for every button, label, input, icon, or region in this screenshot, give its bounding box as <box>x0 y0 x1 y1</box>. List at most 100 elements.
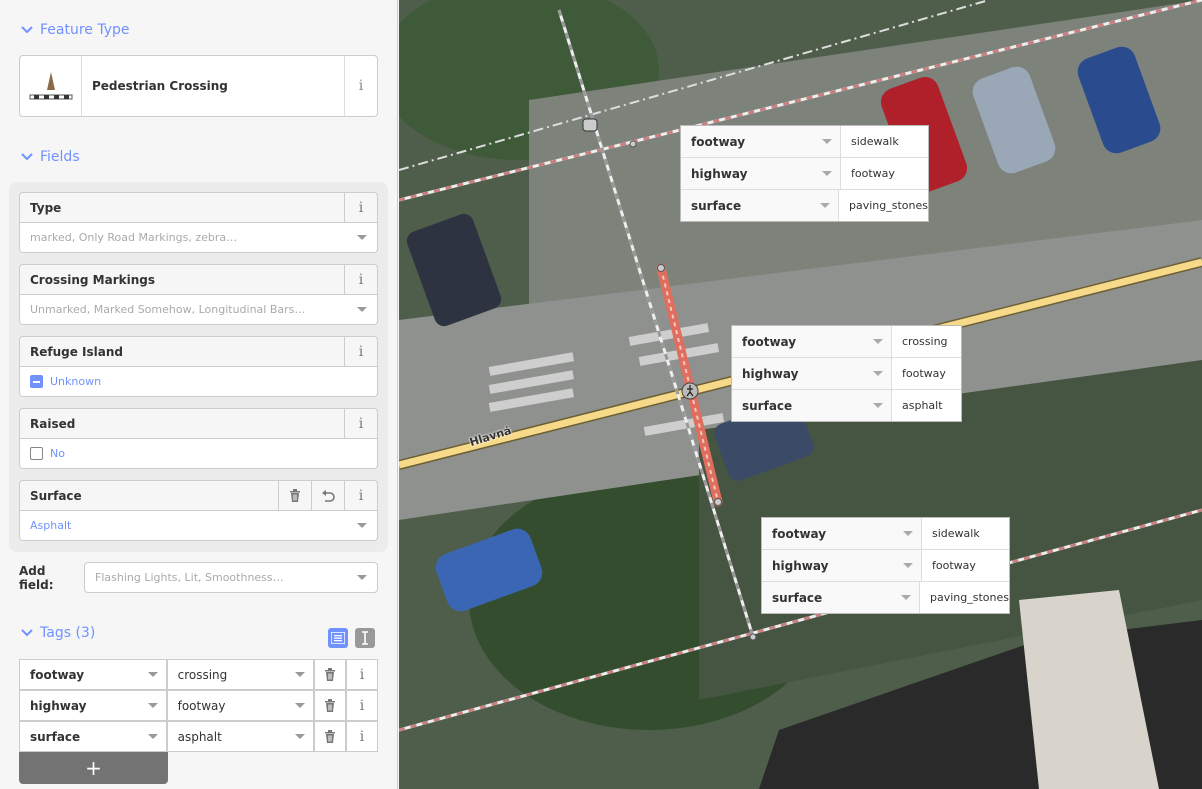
refuge-island-value: Unknown <box>50 375 102 388</box>
popup-value: paving_stones <box>849 199 928 212</box>
popup-key: surface <box>732 390 892 421</box>
info-icon[interactable]: i <box>346 721 378 752</box>
chevron-down-icon[interactable] <box>295 672 306 677</box>
tag-value[interactable]: crossing <box>166 659 315 690</box>
popup-key-text: surface <box>742 398 793 413</box>
tag-value[interactable]: asphalt <box>166 721 315 752</box>
chevron-down-icon[interactable] <box>295 734 306 739</box>
fields-toggle[interactable]: Fields <box>20 149 80 165</box>
popup-row: footway sidewalk <box>681 126 928 158</box>
tag-value-text[interactable]: footway <box>178 699 226 713</box>
chevron-down-icon[interactable] <box>147 734 158 739</box>
field-label: Type <box>30 200 62 215</box>
add-field-row: Add field: Flashing Lights, Lit, Smoothn… <box>19 562 378 593</box>
popup-value: footway <box>932 559 976 572</box>
tag-key[interactable]: highway <box>19 690 167 721</box>
tag-table: footway crossing i highway footway i sur… <box>19 659 378 784</box>
undo-icon[interactable] <box>311 481 344 510</box>
preset-button[interactable]: Pedestrian Crossing i <box>19 55 378 117</box>
chevron-down-icon[interactable] <box>147 703 158 708</box>
popup-key-text: highway <box>772 558 829 573</box>
tag-key-text[interactable]: highway <box>30 699 86 713</box>
tag-key-text[interactable]: surface <box>30 730 80 744</box>
popup-row: highway footway <box>732 358 961 390</box>
type-combo[interactable]: marked, Only Road Markings, zebra… <box>19 222 378 253</box>
info-icon[interactable]: i <box>346 659 378 690</box>
chevron-down-icon[interactable] <box>357 307 367 312</box>
tag-popup: footway crossing highway footway surface… <box>731 325 962 422</box>
field-label-row: Surface i <box>19 480 378 510</box>
popup-key: footway <box>681 126 841 157</box>
info-icon[interactable]: i <box>344 265 377 294</box>
type-input[interactable]: marked, Only Road Markings, zebra… <box>20 231 357 244</box>
info-icon[interactable]: i <box>346 690 378 721</box>
info-icon[interactable]: i <box>344 193 377 222</box>
indeterminate-checkbox-icon[interactable] <box>30 375 43 388</box>
popup-row: footway crossing <box>732 326 961 358</box>
popup-value: asphalt <box>902 399 943 412</box>
field-label-row: Raised i <box>19 408 378 438</box>
chevron-down-icon[interactable] <box>357 523 367 528</box>
raised-value: No <box>50 447 65 460</box>
add-tag-button[interactable]: + <box>19 752 168 784</box>
surface-input[interactable]: Asphalt <box>20 519 357 532</box>
popup-row: surface paving_stones <box>762 582 1009 613</box>
chevron-down-icon[interactable] <box>147 672 158 677</box>
add-field-combo[interactable]: Flashing Lights, Lit, Smoothness… <box>84 562 378 593</box>
trash-icon[interactable] <box>314 659 347 690</box>
popup-value: paving_stones <box>930 591 1009 604</box>
trash-icon[interactable] <box>314 721 347 752</box>
text-view-icon[interactable] <box>355 628 375 648</box>
popup-row: highway footway <box>762 550 1009 582</box>
popup-key-text: surface <box>772 590 823 605</box>
feature-type-toggle[interactable]: Feature Type <box>20 22 130 38</box>
tag-key[interactable]: surface <box>19 721 167 752</box>
popup-key-text: surface <box>691 198 742 213</box>
field-raised: Raised i No <box>19 408 378 469</box>
info-icon[interactable]: i <box>344 337 377 366</box>
info-icon[interactable]: i <box>344 409 377 438</box>
pedestrian-crossing-icon <box>20 56 82 116</box>
checkbox[interactable] <box>30 447 43 460</box>
tag-value-text[interactable]: crossing <box>178 668 228 682</box>
tag-key-text[interactable]: footway <box>30 668 84 682</box>
chevron-down-icon <box>873 371 883 376</box>
preset-name: Pedestrian Crossing <box>92 79 228 93</box>
popup-key: footway <box>762 518 922 549</box>
crossing-markings-combo[interactable]: Unmarked, Marked Somehow, Longitudinal B… <box>19 294 378 325</box>
field-label-row: Refuge Island i <box>19 336 378 366</box>
tag-key[interactable]: footway <box>19 659 167 690</box>
field-label: Refuge Island <box>30 344 123 359</box>
chevron-down-icon[interactable] <box>295 703 306 708</box>
popup-key: highway <box>681 158 841 189</box>
popup-key-text: footway <box>691 134 746 149</box>
refuge-island-check[interactable]: Unknown <box>19 366 378 397</box>
add-field-input[interactable]: Flashing Lights, Lit, Smoothness… <box>85 571 357 584</box>
chevron-down-icon[interactable] <box>357 235 367 240</box>
list-view-icon[interactable] <box>328 628 348 648</box>
trash-icon[interactable] <box>314 690 347 721</box>
chevron-down-icon <box>901 595 911 600</box>
chevron-down-icon <box>822 171 832 176</box>
tags-toggle[interactable]: Tags (3) <box>20 625 95 641</box>
chevron-down-icon <box>820 203 830 208</box>
field-crossing-markings: Crossing Markings i Unmarked, Marked Som… <box>19 264 378 325</box>
map-view[interactable]: Hlavná footway sidewalk highway footway … <box>399 0 1202 789</box>
popup-value: sidewalk <box>932 527 980 540</box>
surface-combo[interactable]: Asphalt <box>19 510 378 541</box>
raised-check[interactable]: No <box>19 438 378 469</box>
tag-row: highway footway i <box>19 690 378 721</box>
popup-key-text: highway <box>742 366 799 381</box>
trash-icon[interactable] <box>278 481 311 510</box>
tag-value[interactable]: footway <box>166 690 315 721</box>
crossing-markings-input[interactable]: Unmarked, Marked Somehow, Longitudinal B… <box>20 303 357 316</box>
fields-heading: Fields <box>40 149 80 165</box>
chevron-down-icon[interactable] <box>357 575 367 580</box>
chevron-down-icon <box>20 626 34 640</box>
tag-value-text[interactable]: asphalt <box>178 730 222 744</box>
inspector-sidebar: Feature Type Pedestrian Crossing i Field… <box>0 0 398 789</box>
popup-key: footway <box>732 326 892 357</box>
popup-value: footway <box>851 167 895 180</box>
info-icon[interactable]: i <box>344 481 377 510</box>
info-icon[interactable]: i <box>344 56 377 116</box>
